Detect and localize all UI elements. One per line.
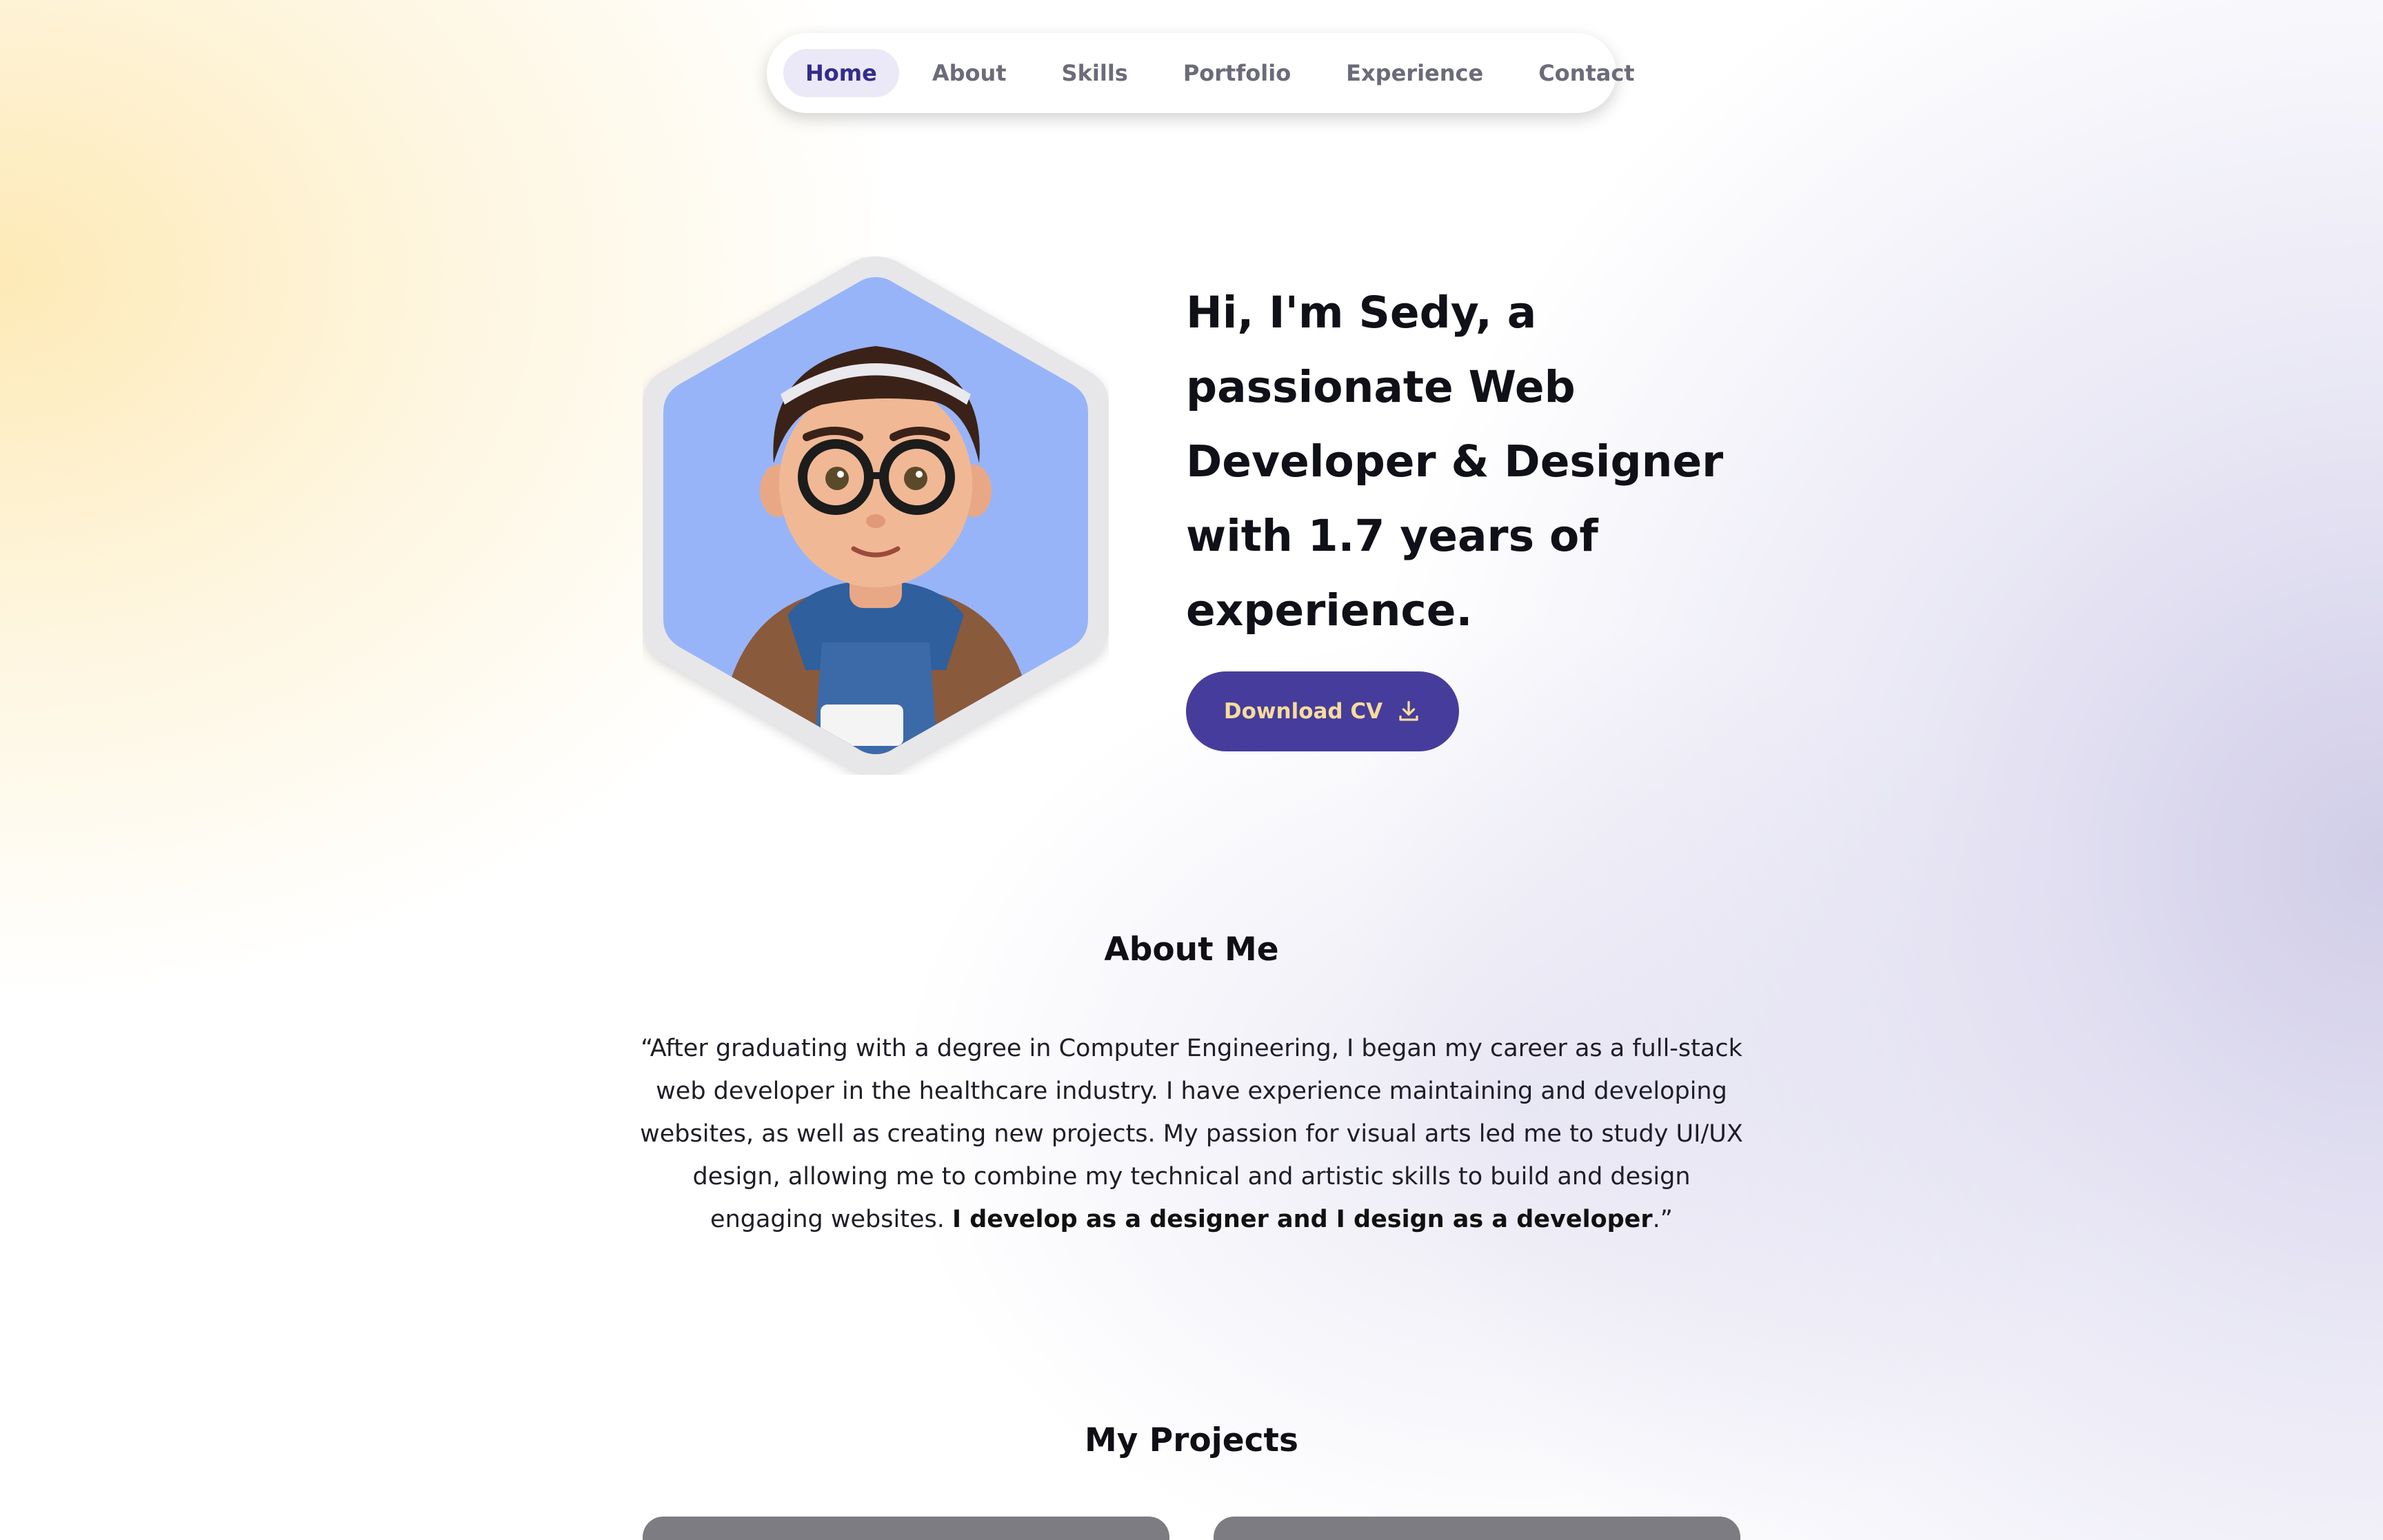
hero-intro: Hi, I'm Sedy, a passionate Web Developer…	[1186, 276, 1751, 648]
download-icon	[1396, 699, 1421, 724]
avatar	[643, 256, 1109, 775]
download-cv-button[interactable]: Download CV	[1186, 671, 1459, 751]
nav-item-skills[interactable]: Skills	[1040, 49, 1150, 97]
about-text-start: “After graduating with a degree in Compu…	[640, 1035, 1743, 1233]
page-background	[0, 0, 2383, 1540]
about-text-end: .”	[1652, 1206, 1673, 1233]
about-title: About Me	[1104, 931, 1279, 969]
project-card[interactable]	[643, 1517, 1169, 1540]
avatar-illustration	[643, 256, 1109, 775]
nav-item-about[interactable]: About	[910, 49, 1029, 97]
top-navigation: Home About Skills Portfolio Experience C…	[767, 33, 1635, 113]
project-card[interactable]	[1214, 1517, 1740, 1540]
nav-item-portfolio[interactable]: Portfolio	[1161, 49, 1313, 97]
about-text-bold: I develop as a designer and I design as …	[952, 1206, 1653, 1233]
nav-item-home[interactable]: Home	[783, 49, 899, 97]
hero-title: Hi, I'm Sedy, a passionate Web Developer…	[1186, 287, 1724, 636]
projects-title: My Projects	[1085, 1421, 1298, 1459]
nav-item-experience[interactable]: Experience	[1324, 49, 1505, 97]
download-cv-label: Download CV	[1223, 699, 1383, 724]
nav-item-contact[interactable]: Contact	[1516, 49, 1656, 97]
about-paragraph: “After graduating with a degree in Compu…	[640, 1027, 1743, 1241]
